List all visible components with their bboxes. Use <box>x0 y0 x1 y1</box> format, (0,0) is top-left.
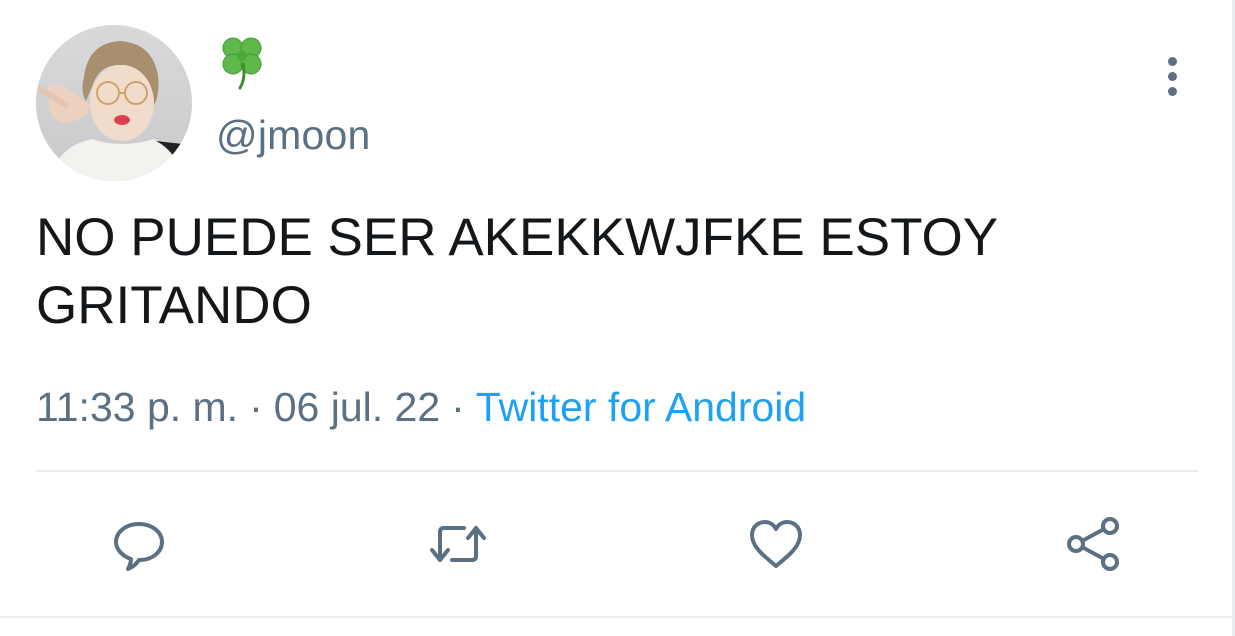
share-button[interactable] <box>1062 512 1126 576</box>
tweet-source-link[interactable]: Twitter for Android <box>476 384 806 430</box>
tweet-time[interactable]: 11:33 p. m. <box>36 384 238 430</box>
reply-button[interactable] <box>107 512 171 576</box>
display-name[interactable] <box>218 34 268 90</box>
avatar-photo <box>36 25 192 181</box>
user-handle[interactable]: @jmoon <box>216 112 371 159</box>
reply-icon <box>114 522 164 571</box>
like-button[interactable] <box>744 512 808 576</box>
four-leaf-clover-icon <box>222 37 262 90</box>
more-dot-icon <box>1167 56 1177 66</box>
divider <box>36 470 1198 472</box>
more-options-button[interactable] <box>1150 50 1194 102</box>
bottom-border <box>0 616 1235 618</box>
more-dot-icon <box>1167 86 1177 96</box>
retweet-icon <box>430 526 486 562</box>
share-icon <box>1067 517 1119 571</box>
meta-separator: · <box>451 384 465 430</box>
heart-icon <box>750 520 802 568</box>
more-dot-icon <box>1167 71 1177 81</box>
tweet-text: NO PUEDE SER AKEKKWJFKE ESTOY GRITANDO <box>36 208 998 335</box>
tweet-meta: 11:33 p. m. · 06 jul. 22 · Twitter for Andro… <box>36 384 806 431</box>
meta-separator: · <box>249 384 263 430</box>
avatar[interactable] <box>36 25 192 181</box>
tweet-date[interactable]: 06 jul. 22 <box>274 384 440 430</box>
tweet-card: @jmoon NO PUEDE SER AKEKKWJFKE ESTOY GRI… <box>0 0 1235 636</box>
retweet-button[interactable] <box>426 512 490 576</box>
